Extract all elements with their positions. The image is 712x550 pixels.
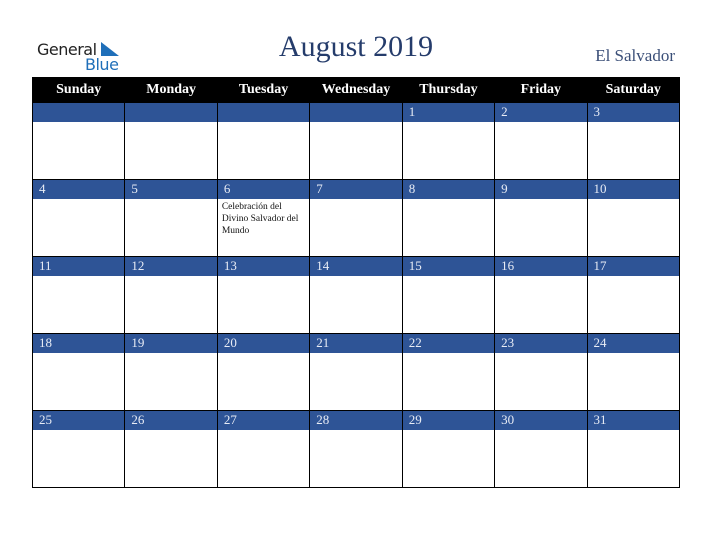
day-number: 7: [310, 180, 402, 199]
day-number: 12: [125, 257, 217, 276]
day-cell[interactable]: 13: [216, 256, 311, 334]
day-cell[interactable]: 21: [309, 333, 403, 411]
day-number: 20: [217, 334, 310, 353]
day-number: 31: [587, 411, 679, 430]
day-number: 3: [587, 103, 679, 122]
week-row: 11 12 13 14 15 16 17: [31, 256, 681, 334]
day-cell[interactable]: 22: [401, 333, 496, 411]
day-number: [310, 103, 402, 122]
day-cell[interactable]: 12: [124, 256, 218, 334]
day-cell[interactable]: 8: [401, 179, 496, 257]
weekday-header-friday: Friday: [494, 77, 588, 103]
day-cell[interactable]: [31, 102, 126, 180]
day-number: 9: [495, 180, 587, 199]
day-cell[interactable]: 18: [31, 333, 126, 411]
day-cell[interactable]: 29: [401, 410, 496, 488]
day-number: 28: [310, 411, 402, 430]
day-number: 4: [33, 180, 125, 199]
day-number: 26: [125, 411, 217, 430]
day-number: 30: [495, 411, 587, 430]
day-cell[interactable]: 30: [494, 410, 588, 488]
day-cell[interactable]: 31: [586, 410, 681, 488]
day-cell[interactable]: 10: [586, 179, 681, 257]
day-cell[interactable]: 9: [494, 179, 588, 257]
day-number: 14: [310, 257, 402, 276]
day-number: 15: [402, 257, 495, 276]
day-number: [217, 103, 310, 122]
day-cell[interactable]: 6 Celebración del Divino Salvador del Mun…: [216, 179, 311, 257]
day-cell[interactable]: 26: [124, 410, 218, 488]
day-number: 6: [217, 180, 310, 199]
day-cell[interactable]: [216, 102, 311, 180]
day-number: 21: [310, 334, 402, 353]
week-row: 25 26 27 28 29 30 31: [31, 410, 681, 488]
day-number: 29: [402, 411, 495, 430]
day-number: 13: [217, 257, 310, 276]
day-cell[interactable]: 14: [309, 256, 403, 334]
day-number: 19: [125, 334, 217, 353]
day-cell[interactable]: 19: [124, 333, 218, 411]
day-cell[interactable]: 1: [401, 102, 496, 180]
day-number: [125, 103, 217, 122]
day-number: 24: [587, 334, 679, 353]
day-cell[interactable]: [124, 102, 218, 180]
country-label: El Salvador: [595, 46, 675, 65]
weekday-header-thursday: Thursday: [401, 77, 496, 103]
weekday-header-row: Sunday Monday Tuesday Wednesday Thursday Frid…: [31, 77, 681, 103]
holiday-note: Celebración del Divino Salvador del Mund…: [221, 202, 299, 236]
day-cell[interactable]: 17: [586, 256, 681, 334]
day-number: 18: [33, 334, 125, 353]
weekday-header-wednesday: Wednesday: [309, 77, 403, 103]
day-cell[interactable]: 15: [401, 256, 496, 334]
day-cell[interactable]: 4: [31, 179, 126, 257]
day-number: 2: [495, 103, 587, 122]
weekday-header-tuesday: Tuesday: [216, 77, 311, 103]
week-row: 123: [31, 102, 681, 180]
day-cell[interactable]: 11: [31, 256, 126, 334]
day-cell[interactable]: 16: [494, 256, 588, 334]
day-number: 11: [33, 257, 125, 276]
weekday-header-sunday: Sunday: [31, 77, 126, 103]
day-cell[interactable]: 7: [309, 179, 403, 257]
day-number: 8: [402, 180, 495, 199]
day-cell[interactable]: 24: [586, 333, 681, 411]
day-number: 22: [402, 334, 495, 353]
day-cell[interactable]: 3: [586, 102, 681, 180]
day-number: 25: [33, 411, 125, 430]
day-cell[interactable]: 27: [216, 410, 311, 488]
day-cell[interactable]: 25: [31, 410, 126, 488]
week-row: 18 19 20 21 22 23 24: [31, 333, 681, 411]
day-number: 1: [402, 103, 495, 122]
day-cell[interactable]: 5: [124, 179, 218, 257]
day-number: [33, 103, 125, 122]
day-cell[interactable]: [309, 102, 403, 180]
day-cell[interactable]: 2: [494, 102, 588, 180]
day-number: 10: [587, 180, 679, 199]
day-number: 16: [495, 257, 587, 276]
day-number: 5: [125, 180, 217, 199]
day-cell[interactable]: 28: [309, 410, 403, 488]
calendar-grid: Sunday Monday Tuesday Wednesday Thursday Frid…: [31, 77, 681, 488]
day-number: 27: [217, 411, 310, 430]
day-cell[interactable]: 23: [494, 333, 588, 411]
day-number: 17: [587, 257, 679, 276]
week-row: 4 5 6 Celebración del Divino Salvador del M…: [31, 179, 681, 257]
day-number: 23: [495, 334, 587, 353]
weekday-header-monday: Monday: [124, 77, 218, 103]
day-cell[interactable]: 20: [216, 333, 311, 411]
weekday-header-saturday: Saturday: [586, 77, 681, 103]
